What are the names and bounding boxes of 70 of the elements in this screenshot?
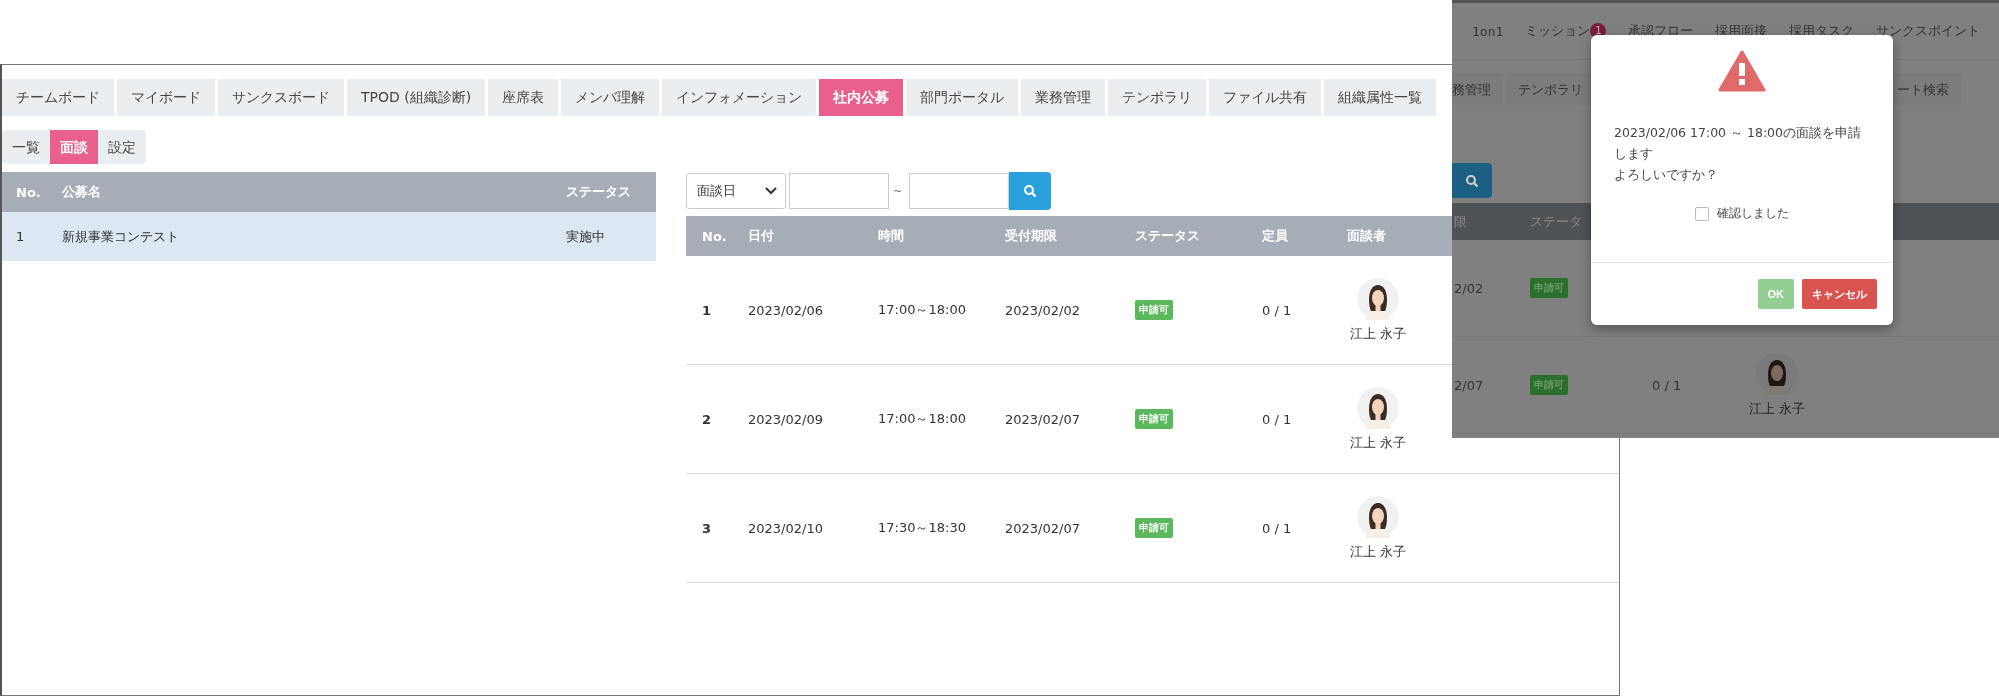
status-badge: 申請可 [1135,409,1173,429]
column-header: 時間 [877,227,905,245]
checkbox-label: 確認しました [1717,205,1789,222]
table-cell-text: 実施中 [566,227,606,246]
table-cell-text: 2023/02/07 [1004,411,1081,427]
range-separator: ~ [893,184,903,198]
interviewer-name: 江上 永子 [1748,399,1806,418]
nav-tab[interactable]: ファイル共有 [1209,79,1322,116]
table-cell-text: 17:00～18:00 [877,410,967,428]
nav-tab[interactable]: 部門ポータル [906,79,1019,116]
dialog-message: よろしいですか？ [1614,166,1719,184]
sub-tab[interactable]: 一覧 [2,130,50,164]
table-cell-text: 2023/02/02 [1004,302,1081,318]
column-header: 定員 [1261,227,1289,245]
table-cell-text: 17:30～18:30 [877,519,967,537]
table-cell-text: 新規事業コンテスト [62,227,180,246]
table-cell-text: 2023/02/07 [1004,520,1081,536]
warning-icon [1718,50,1766,92]
status-badge: 申請可 [1135,300,1173,320]
column-header: ステータス [566,183,632,201]
search-button[interactable] [1009,172,1052,210]
table-cell-text: 2023/02/09 [747,411,824,427]
nav-tab[interactable]: チームボード [2,79,114,116]
nav-tab[interactable]: インフォメーション [662,79,817,116]
table-cell-text: 2 [701,411,713,427]
column-header: No. [701,228,728,244]
table-row[interactable]: 1 新規事業コンテスト 実施中 [2,212,656,261]
table-cell-text: 2023/02/10 [747,520,824,536]
date-to-field[interactable] [909,173,1010,209]
table-cell-text: 3 [701,520,713,536]
status-badge: 申請可 [1530,278,1568,298]
nav-tab[interactable]: TPOD (組織診断) [347,79,486,116]
table-cell-text: 2023/02/06 [747,302,824,318]
table-cell-text: 1 [701,302,713,318]
status-badge: 申請可 [1135,518,1173,538]
nav-tab[interactable]: サンクスボード [218,79,344,116]
nav-tab[interactable]: 座席表 [488,79,559,116]
table-cell-text: 17:00～18:00 [877,301,967,319]
column-header: 公募名 [62,183,102,201]
nav-tab[interactable]: マイボード [117,79,215,116]
table-cell-text: 2/07 [1453,377,1485,393]
nav-tab[interactable]: テンポラリ [1108,79,1207,116]
search-icon [1465,173,1479,188]
interviewer-name: 江上 永子 [1349,433,1407,452]
date-type-select[interactable]: 面談日 [686,173,786,209]
column-header: 面談者 [1346,227,1387,245]
table-cell-text: 0 / 1 [1261,520,1293,536]
interviewer-name: 江上 永子 [1349,324,1407,343]
column-header: 日付 [747,227,775,245]
column-header: 受付期限 [1004,227,1058,245]
nav-tab[interactable]: メンバ理解 [561,79,660,116]
sub-tab[interactable]: 設定 [98,130,146,164]
table-cell-text: 2/02 [1453,280,1485,296]
table-cell-text: 1 [15,229,26,244]
interviewer-name: 江上 永子 [1349,542,1407,561]
nav-tab[interactable]: 組織属性一覧 [1324,79,1437,116]
checkbox[interactable] [1695,206,1709,221]
cancel-button[interactable]: キャンセル [1802,279,1877,309]
search-button[interactable] [1452,163,1492,198]
search-icon [1023,184,1038,198]
column-header: No. [15,184,42,200]
dialog-message: 2023/02/06 17:00 ～ 18:00の面談を申請します [1614,124,1862,163]
nav-tab[interactable]: 業務管理 [1021,79,1106,116]
status-badge: 申請可 [1530,375,1568,395]
chevron-icon [765,187,777,195]
table-cell-text: 0 / 1 [1261,302,1293,318]
column-header: ステータス [1134,227,1201,245]
table-cell-text: 0 / 1 [1652,377,1683,393]
table-cell-text: 0 / 1 [1261,411,1293,427]
date-from-field[interactable] [789,173,889,209]
